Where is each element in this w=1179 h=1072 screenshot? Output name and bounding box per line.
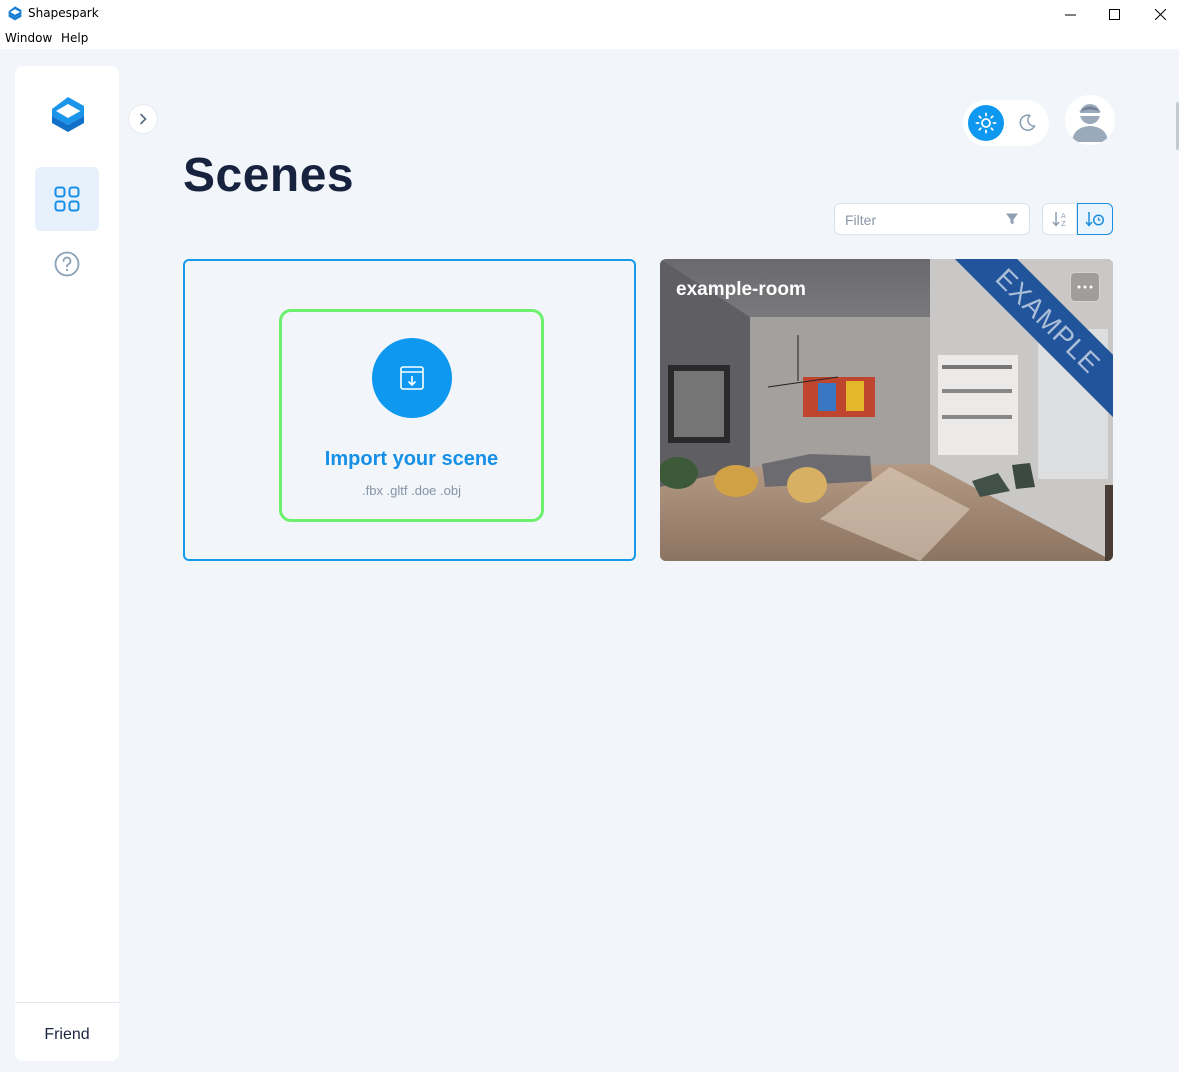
import-drop-zone[interactable]: Import your scene .fbx .gltf .doe .obj (279, 309, 544, 522)
shapespark-logo[interactable] (51, 96, 85, 136)
menu-bar: Window Help (0, 28, 1179, 49)
minimize-button[interactable] (1047, 0, 1093, 28)
more-dots-icon (1077, 285, 1093, 289)
close-icon (1154, 8, 1166, 20)
import-scene-card[interactable]: Import your scene .fbx .gltf .doe .obj (183, 259, 636, 561)
shapespark-app-icon (8, 6, 22, 21)
grid-icon (54, 186, 80, 212)
close-window-button[interactable] (1137, 0, 1179, 28)
scrollbar[interactable] (1175, 49, 1179, 1072)
avatar-icon (1072, 104, 1108, 142)
svg-text:Z: Z (1061, 220, 1066, 228)
maximize-icon (1108, 8, 1120, 20)
funnel-icon[interactable] (1005, 212, 1019, 226)
menu-help[interactable]: Help (61, 31, 88, 45)
filter-field[interactable] (834, 203, 1030, 235)
sun-icon (975, 112, 997, 134)
sort-alphabetical-button[interactable]: A Z (1042, 203, 1077, 235)
user-name[interactable]: Friend (15, 1026, 119, 1044)
help-icon (54, 251, 80, 277)
page-title: Scenes (183, 149, 355, 202)
sort-by-date-button[interactable] (1077, 203, 1113, 235)
expand-sidebar-button[interactable] (128, 104, 158, 134)
nav-scenes[interactable] (35, 167, 99, 231)
moon-icon (1019, 114, 1036, 131)
sidebar-divider (15, 1002, 119, 1003)
import-formats: .fbx .gltf .doe .obj (361, 483, 461, 498)
theme-toggle (963, 100, 1049, 146)
import-button[interactable] (372, 338, 452, 418)
menu-window[interactable]: Window (5, 31, 52, 45)
sidebar: Friend (15, 66, 119, 1061)
filter-input[interactable] (845, 210, 995, 230)
scene-card[interactable]: EXAMPLE example-room (660, 259, 1113, 561)
import-icon (400, 366, 424, 390)
chevron-right-icon (140, 113, 147, 125)
dark-theme-button[interactable] (1009, 105, 1045, 141)
user-avatar[interactable] (1065, 95, 1115, 145)
nav-help[interactable] (53, 250, 81, 278)
window-title: Shapespark (28, 6, 99, 20)
scene-more-button[interactable] (1070, 272, 1100, 302)
maximize-button[interactable] (1091, 0, 1137, 28)
import-label: Import your scene (324, 448, 499, 470)
svg-text:A: A (1061, 212, 1066, 220)
minimize-icon (1064, 14, 1076, 15)
scene-name: example-room (676, 279, 806, 300)
title-bar: Shapespark (0, 0, 1179, 28)
sort-time-icon (1085, 212, 1105, 227)
sort-alpha-icon: A Z (1051, 212, 1066, 228)
light-theme-button[interactable] (968, 105, 1004, 141)
